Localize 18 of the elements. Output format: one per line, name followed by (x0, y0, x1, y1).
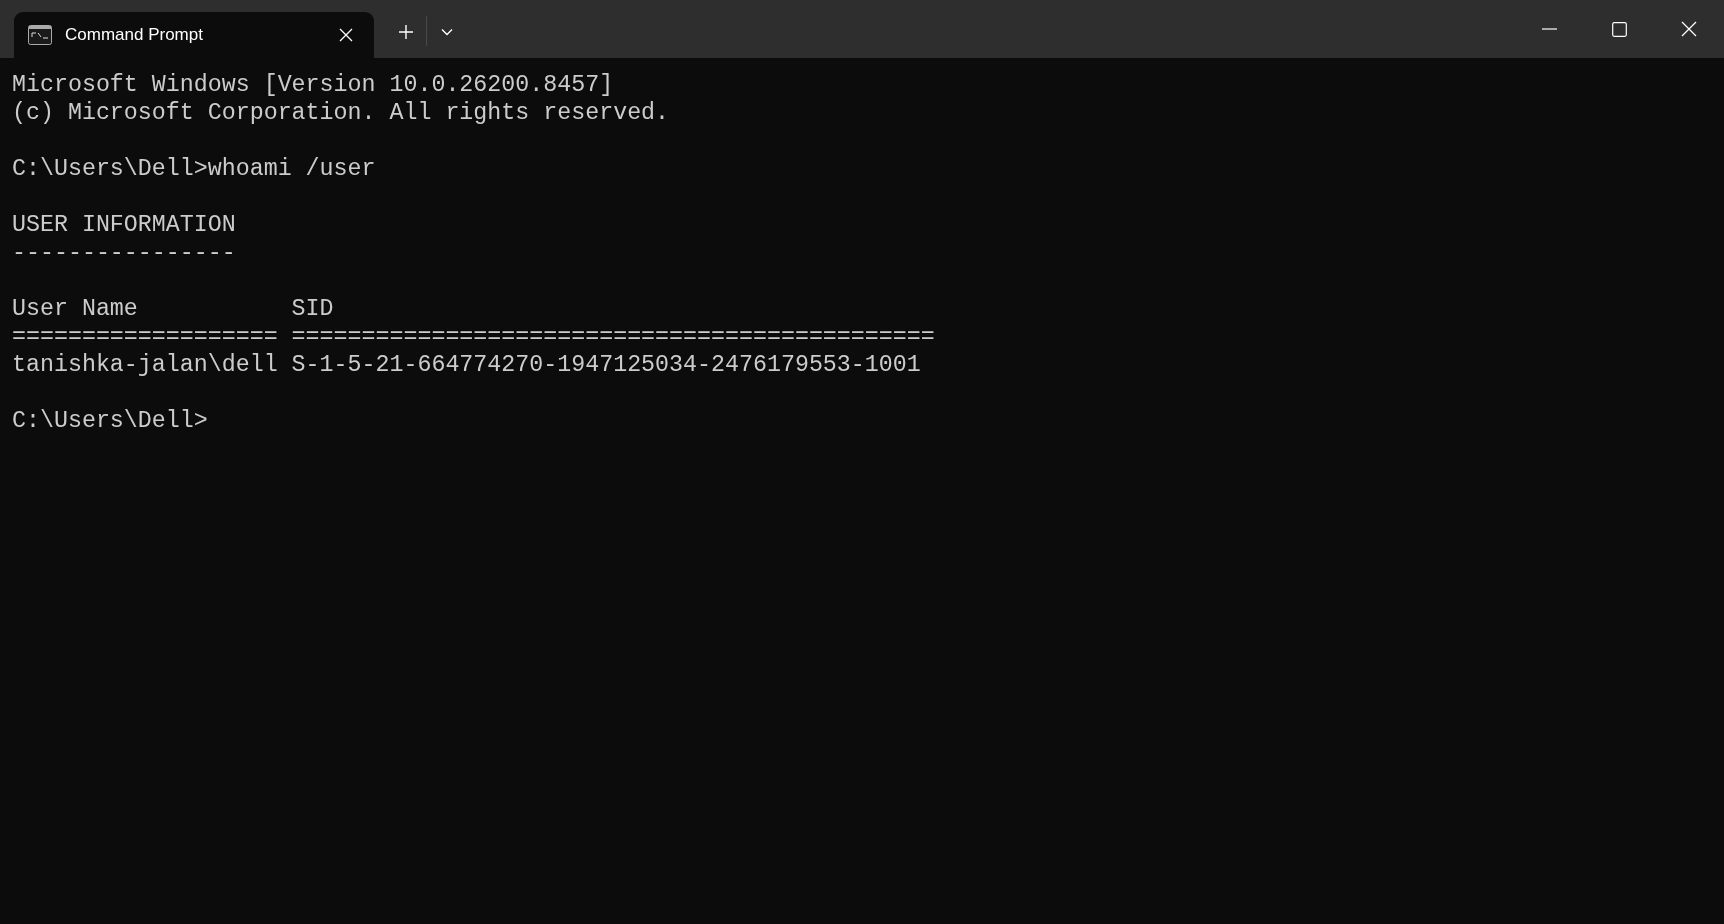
terminal-line: (c) Microsoft Corporation. All rights reserved. (12, 99, 670, 127)
terminal-line: User Name SID (12, 295, 334, 323)
terminal-line: tanishka-jalan\dell S-1-5-21-664774270-1947125034-2476179553-1001 (12, 351, 921, 379)
maximize-icon (1611, 21, 1627, 37)
minimize-icon (1541, 28, 1557, 30)
close-icon (339, 28, 353, 42)
terminal-line: USER INFORMATION (12, 211, 236, 239)
terminal-icon (28, 25, 52, 45)
tab[interactable]: Command Prompt (14, 12, 374, 58)
close-icon (1681, 21, 1697, 37)
terminal-line: ---------------- (12, 239, 236, 267)
terminal-line: =================== ============================================== (12, 323, 935, 351)
tab-title: Command Prompt (65, 24, 204, 47)
terminal-line: C:\Users\Dell> (12, 407, 208, 435)
plus-icon (398, 24, 414, 40)
terminal-line: Microsoft Windows [Version 10.0.26200.8457] (12, 71, 614, 99)
chevron-down-icon (441, 28, 453, 36)
terminal-line: C:\Users\Dell>whoami /user (12, 155, 376, 183)
